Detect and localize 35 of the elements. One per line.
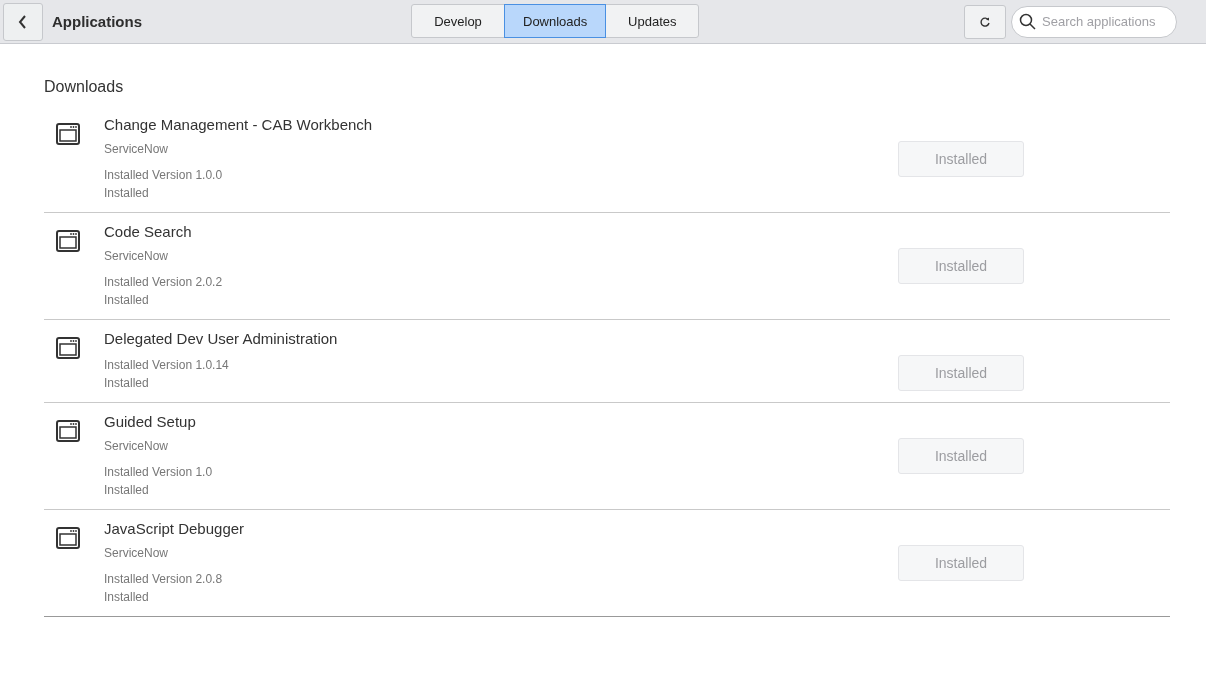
app-version: Installed Version 1.0.14 — [104, 357, 230, 374]
app-version: Installed Version 2.0.2 — [104, 274, 224, 291]
tab[interactable]: Develop — [411, 4, 505, 38]
window-icon — [56, 230, 80, 252]
app-name: JavaScript Debugger — [104, 520, 246, 537]
section-title: Downloads — [44, 77, 125, 97]
app-status: Installed — [104, 589, 150, 606]
app-name: Change Management - CAB Workbench — [104, 116, 374, 133]
app-status: Installed — [104, 482, 150, 499]
window-icon — [56, 337, 80, 359]
app-version: Installed Version 1.0.0 — [104, 167, 224, 184]
search-icon — [1019, 12, 1037, 31]
app-version: Installed Version 2.0.8 — [104, 571, 224, 588]
app-name: Delegated Dev User Administration — [104, 330, 339, 347]
window-icon — [56, 527, 80, 549]
app-vendor: ServiceNow — [104, 546, 170, 560]
app-status: Installed — [104, 375, 150, 392]
search-field[interactable]: Search applications — [1011, 5, 1177, 38]
tab[interactable]: Updates — [605, 4, 700, 38]
chevron-left-icon — [18, 14, 28, 29]
page-title: Applications — [52, 13, 142, 30]
app-vendor: ServiceNow — [104, 249, 170, 263]
app-version: Installed Version 1.0 — [104, 464, 214, 481]
window-icon — [56, 123, 80, 145]
app-status: Installed — [104, 185, 150, 202]
window-icon — [56, 420, 80, 442]
tab[interactable]: Downloads — [504, 4, 607, 38]
app-status: Installed — [104, 292, 150, 309]
app-vendor: ServiceNow — [104, 439, 170, 453]
refresh-button[interactable] — [964, 4, 1006, 39]
refresh-icon — [979, 15, 991, 28]
back-button[interactable] — [3, 2, 43, 41]
app-vendor: ServiceNow — [104, 142, 170, 156]
app-name: Code Search — [104, 223, 193, 240]
app-name: Guided Setup — [104, 413, 197, 430]
